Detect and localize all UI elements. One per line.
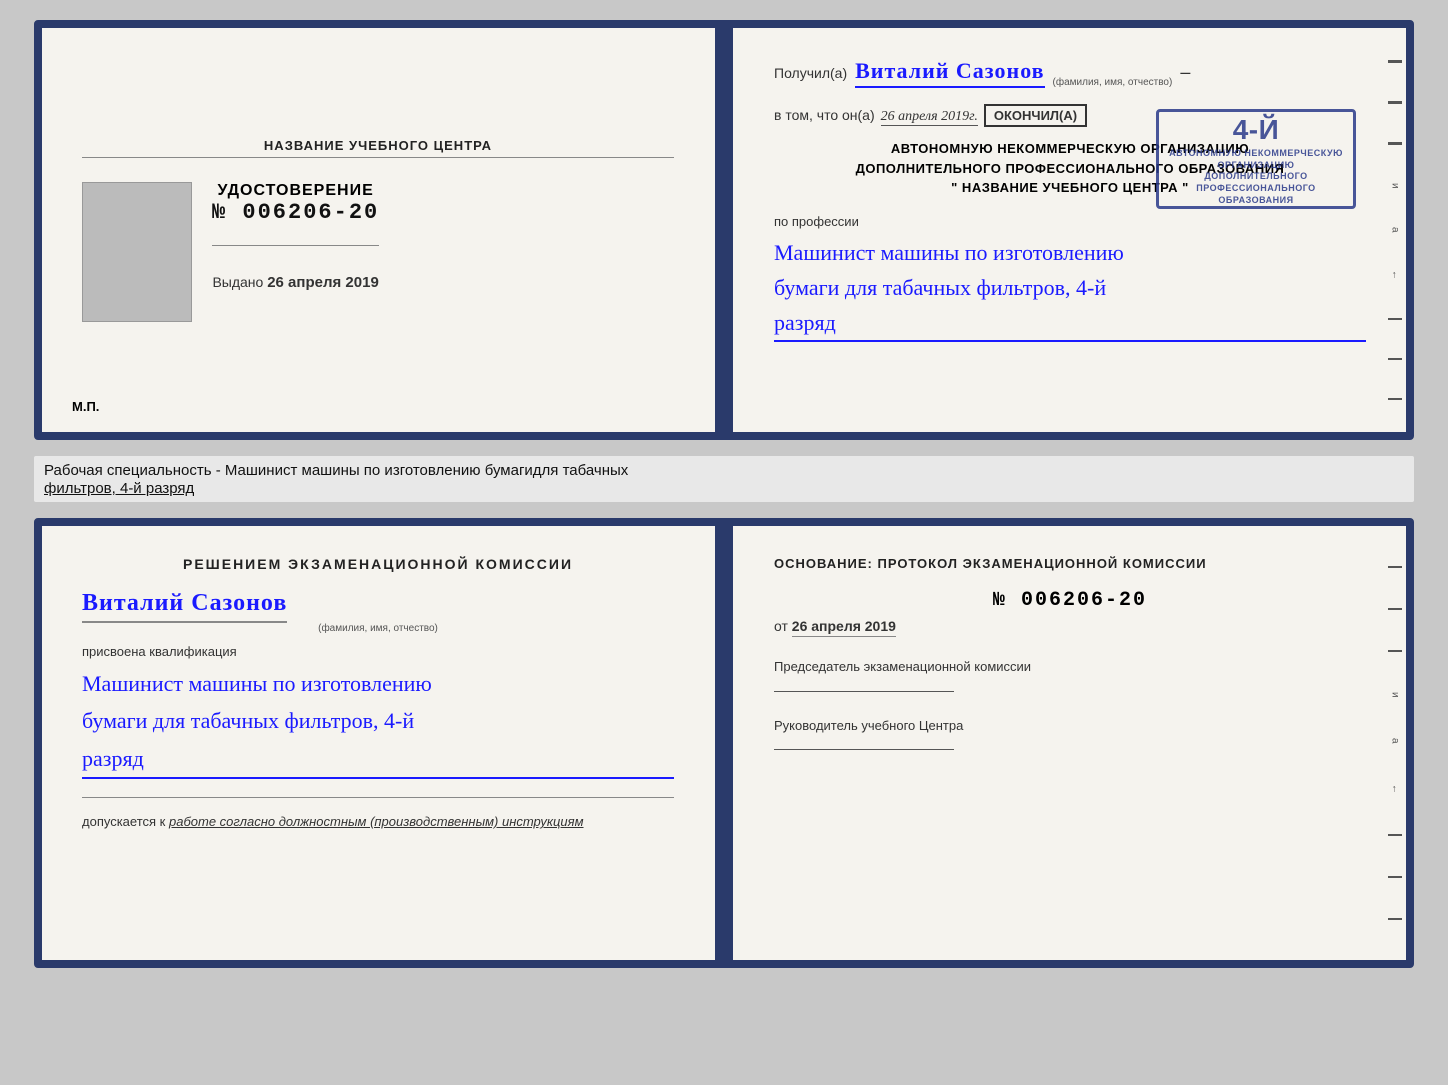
edge-label-и2: и <box>1390 692 1401 698</box>
stamp-text: АВТОНОМНУЮ НЕКОММЕРЧЕСКУЮОРГАНИЗАЦИЮДОПО… <box>1169 148 1343 205</box>
recipient-name: Виталий Сазонов <box>855 58 1044 88</box>
cert-left-page: НАЗВАНИЕ УЧЕБНОГО ЦЕНТРА УДОСТОВЕРЕНИЕ №… <box>42 28 724 432</box>
issued-prefix: Выдано <box>212 274 263 290</box>
dopuskaetsya-line: допускается к работе согласно должностны… <box>82 814 674 829</box>
middle-label-text: Рабочая специальность - Машинист машины … <box>44 462 628 497</box>
edge-dash <box>1388 918 1402 920</box>
cert-middle-info: УДОСТОВЕРЕНИЕ № 006206-20 Выдано 26 апре… <box>212 182 379 291</box>
ot-prefix: от <box>774 618 788 634</box>
edge-dashes-top: и а ← <box>1384 28 1406 432</box>
qual-line2: бумаги для табачных фильтров, 4-й <box>82 702 674 739</box>
edge-dash <box>1388 876 1402 878</box>
edge-dash-line <box>1388 358 1402 360</box>
rukovoditel-label: Руководитель учебного Центра <box>774 716 1366 736</box>
resolution-title: Решением экзаменационной комиссии <box>82 556 674 572</box>
profession-line1: Машинист машины по изготовлению <box>774 235 1366 270</box>
edge-dash <box>1388 60 1402 63</box>
prisvоена-label: присвоена квалификация <box>82 644 674 659</box>
profession-text-top: Машинист машины по изготовлению бумаги д… <box>774 235 1366 343</box>
mp-label: М.П. <box>72 399 99 414</box>
edge-dash <box>1388 834 1402 836</box>
edge-dash <box>1388 101 1402 104</box>
edge-label-left2: ← <box>1390 784 1401 794</box>
qual-line1: Машинист машины по изготовлению <box>82 665 674 702</box>
okonchil-badge: окончил(а) <box>984 104 1087 127</box>
bottom-right-page: Основание: протокол экзаменационной коми… <box>724 526 1406 960</box>
edge-dash <box>1388 650 1402 652</box>
middle-label-underline: фильтров, 4-й разряд <box>44 480 194 497</box>
edge-dash-line <box>1388 398 1402 400</box>
edge-dash-line <box>1388 318 1402 320</box>
middle-label: Рабочая специальность - Машинист машины … <box>34 456 1414 502</box>
training-center-label: НАЗВАНИЕ УЧЕБНОГО ЦЕНТРА <box>82 138 674 158</box>
org-block: АВТОНОМНУЮ НЕКОММЕРЧЕСКУЮ ОРГАНИЗАЦИЮ ДО… <box>774 139 1366 198</box>
edge-dash <box>1388 566 1402 568</box>
qual-line3: разряд <box>82 740 674 777</box>
osnovaniye-block: Основание: протокол экзаменационной коми… <box>774 556 1366 571</box>
osnovaniye-label: Основание: протокол экзаменационной коми… <box>774 556 1207 571</box>
stamp-number: 4-й <box>1169 112 1343 148</box>
profession-line2: бумаги для табачных фильтров, 4-й <box>774 270 1366 305</box>
recipient-sub: (фамилия, имя, отчество) <box>1053 77 1173 88</box>
photo-placeholder <box>82 182 192 322</box>
edge-label-а2: а <box>1390 738 1401 744</box>
profession-line3: разряд <box>774 305 1366 340</box>
cert-number-top: № 006206-20 <box>212 200 379 225</box>
recipient-line: Получил(а) Виталий Сазонов (фамилия, имя… <box>774 58 1366 88</box>
qualification-text: Машинист машины по изготовлению бумаги д… <box>82 665 674 779</box>
rukovoditel-signature-line <box>774 749 954 750</box>
rukovoditel-block: Руководитель учебного Центра <box>774 716 1366 751</box>
ot-line: от 26 апреля 2019 <box>774 618 1366 637</box>
fio-sub-bottom: (фамилия, имя, отчество) <box>82 623 674 634</box>
edge-dash <box>1388 608 1402 610</box>
udostoverenie-title: УДОСТОВЕРЕНИЕ <box>212 182 379 200</box>
edge-dash <box>1388 142 1402 145</box>
edge-dashes-bottom: и а ← <box>1384 526 1406 960</box>
issued-line: Выдано 26 апреля 2019 <box>212 274 378 291</box>
predsedatel-label: Председатель экзаменационной комиссии <box>774 657 1366 677</box>
dopuskaetsya-text: работе согласно должностным (производств… <box>169 814 584 829</box>
stamp-inner: 4-й АВТОНОМНУЮ НЕКОММЕРЧЕСКУЮОРГАНИЗАЦИЮ… <box>1169 112 1343 207</box>
issued-date-top: 26 апреля 2019 <box>267 274 379 291</box>
bottom-cert-number: № 006206-20 <box>774 589 1366 612</box>
dash-sep: – <box>1180 62 1190 83</box>
edge-label-left: ← <box>1390 270 1401 280</box>
edge-label-а: а <box>1390 227 1401 233</box>
ot-date: 26 апреля 2019 <box>792 618 896 637</box>
edge-label-и: и <box>1390 183 1401 189</box>
recipient-prefix: Получил(а) <box>774 65 847 81</box>
bottom-left-page: Решением экзаменационной комиссии Витали… <box>42 526 724 960</box>
predsedatel-signature-line <box>774 691 954 692</box>
cert-right-page: Получил(а) Виталий Сазонов (фамилия, имя… <box>724 28 1406 432</box>
vtom-prefix: в том, что он(а) <box>774 107 875 123</box>
stamp-overlay: 4-й АВТОНОМНУЮ НЕКОММЕРЧЕСКУЮОРГАНИЗАЦИЮ… <box>1156 109 1356 209</box>
bottom-person-name: Виталий Сазонов <box>82 590 287 623</box>
middle-label-prefix: Рабочая специальность - Машинист машины … <box>44 462 628 479</box>
predsedatel-block: Председатель экзаменационной комиссии <box>774 657 1366 692</box>
vtom-date: 26 апреля 2019г. <box>881 109 978 126</box>
po-professii-label: по профессии <box>774 214 1366 229</box>
certificate-document-bottom: Решением экзаменационной комиссии Витали… <box>34 518 1414 968</box>
dopuskaetsya-prefix: допускается к <box>82 814 165 829</box>
certificate-document-top: НАЗВАНИЕ УЧЕБНОГО ЦЕНТРА УДОСТОВЕРЕНИЕ №… <box>34 20 1414 440</box>
udostoverenie-block: УДОСТОВЕРЕНИЕ № 006206-20 <box>212 182 379 225</box>
